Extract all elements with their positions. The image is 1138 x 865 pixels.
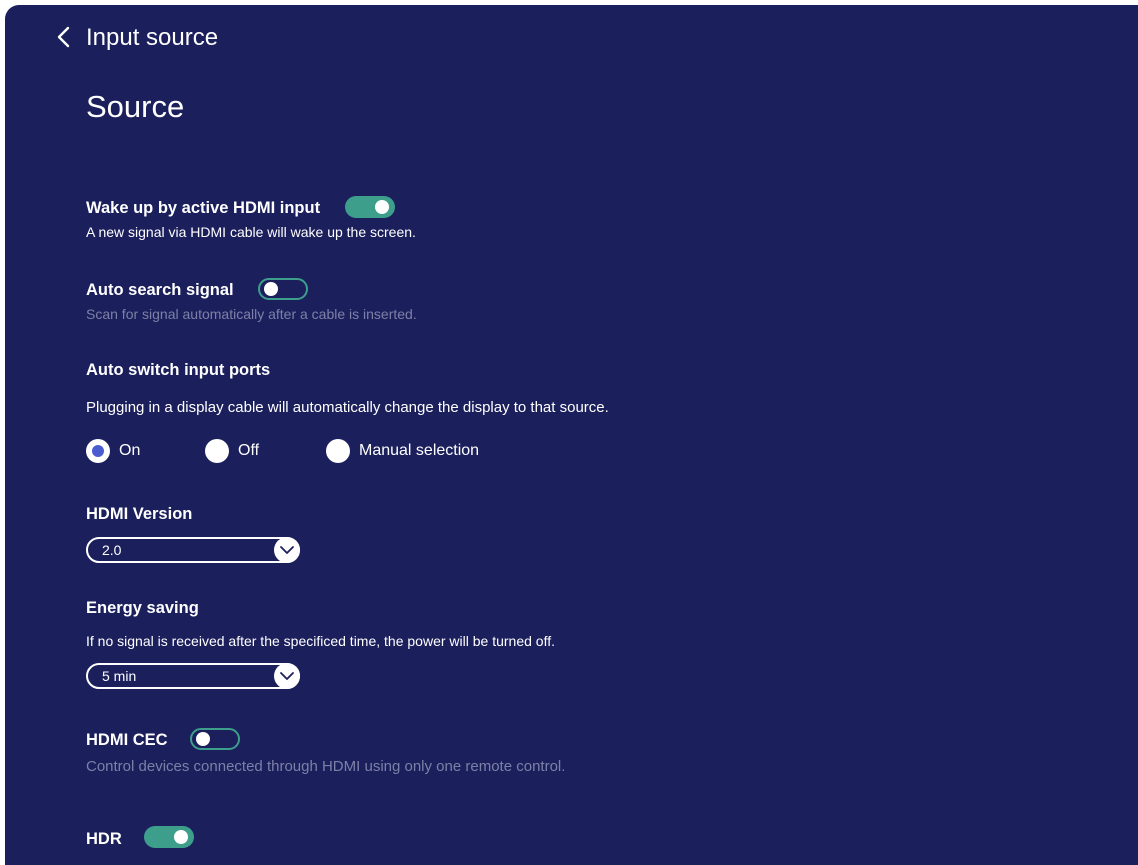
radio-label: On bbox=[119, 442, 141, 459]
radio-label: Manual selection bbox=[359, 442, 480, 459]
auto-switch-radio-group: On Off Manual selection bbox=[86, 437, 686, 467]
hdmi-cec-toggle[interactable] bbox=[190, 728, 240, 750]
hdmi-version-title: HDMI Version bbox=[86, 505, 193, 523]
toggle-knob bbox=[375, 200, 389, 214]
chevron-down-icon bbox=[274, 537, 300, 563]
hdmi-cec-description: Control devices connected through HDMI u… bbox=[86, 758, 566, 775]
hdmi-cec-title: HDMI CEC bbox=[86, 731, 168, 749]
auto-switch-description: Plugging in a display cable will automat… bbox=[86, 399, 609, 416]
header-title: Input source bbox=[86, 24, 219, 51]
energy-saving-dropdown[interactable]: 5 min bbox=[86, 663, 300, 689]
auto-switch-title: Auto switch input ports bbox=[86, 361, 271, 379]
radio-circle bbox=[205, 439, 229, 463]
toggle-knob bbox=[264, 282, 278, 296]
auto-search-description: Scan for signal automatically after a ca… bbox=[86, 306, 417, 322]
energy-saving-title: Energy saving bbox=[86, 599, 199, 617]
hdr-title: HDR bbox=[86, 830, 122, 848]
radio-label: Off bbox=[238, 442, 260, 459]
dropdown-value: 5 min bbox=[102, 668, 137, 684]
toggle-knob bbox=[174, 830, 188, 844]
energy-saving-description: If no signal is received after the speci… bbox=[86, 633, 555, 649]
page-title: Source bbox=[86, 89, 185, 124]
auto-search-toggle[interactable] bbox=[258, 278, 308, 300]
chevron-left-icon[interactable] bbox=[53, 25, 75, 49]
auto-search-title: Auto search signal bbox=[86, 281, 234, 299]
hdmi-version-dropdown[interactable]: 2.0 bbox=[86, 537, 300, 563]
wake-hdmi-description: A new signal via HDMI cable will wake up… bbox=[86, 224, 416, 240]
wake-hdmi-title: Wake up by active HDMI input bbox=[86, 199, 321, 217]
dropdown-value: 2.0 bbox=[102, 542, 122, 558]
radio-circle bbox=[86, 439, 110, 463]
wake-hdmi-toggle[interactable] bbox=[345, 196, 395, 218]
toggle-knob bbox=[196, 732, 210, 746]
chevron-down-icon bbox=[274, 663, 300, 689]
hdr-toggle[interactable] bbox=[144, 826, 194, 848]
radio-circle bbox=[326, 439, 350, 463]
settings-panel: Input source Source Wake up by active HD… bbox=[5, 5, 1138, 865]
